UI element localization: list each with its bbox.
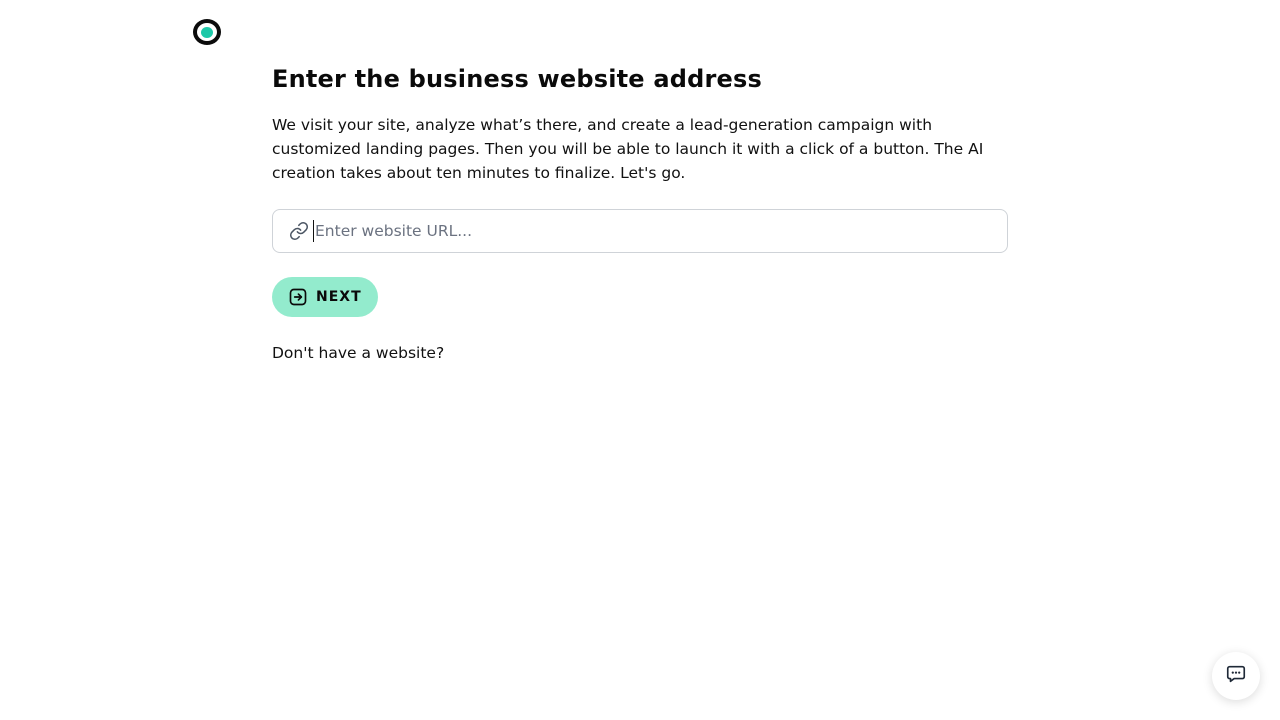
main-content: Enter the business website address We vi… [272,62,1008,365]
page-description: We visit your site, analyze what’s there… [272,116,984,182]
website-url-input[interactable] [313,220,1007,242]
eye-logo-icon[interactable] [193,19,221,45]
page: Enter the business website address We vi… [0,0,1280,720]
arrow-right-square-icon [288,287,308,307]
no-website-link[interactable]: Don't have a website? [272,341,444,365]
next-button[interactable]: NEXT [272,277,378,317]
url-field[interactable] [272,209,1008,253]
next-button-label: NEXT [316,289,362,305]
chat-bubble-icon [1225,663,1247,689]
logo-dot [201,26,213,38]
page-title: Enter the business website address [272,65,762,93]
chat-widget-button[interactable] [1212,652,1260,700]
link-icon [289,221,309,241]
